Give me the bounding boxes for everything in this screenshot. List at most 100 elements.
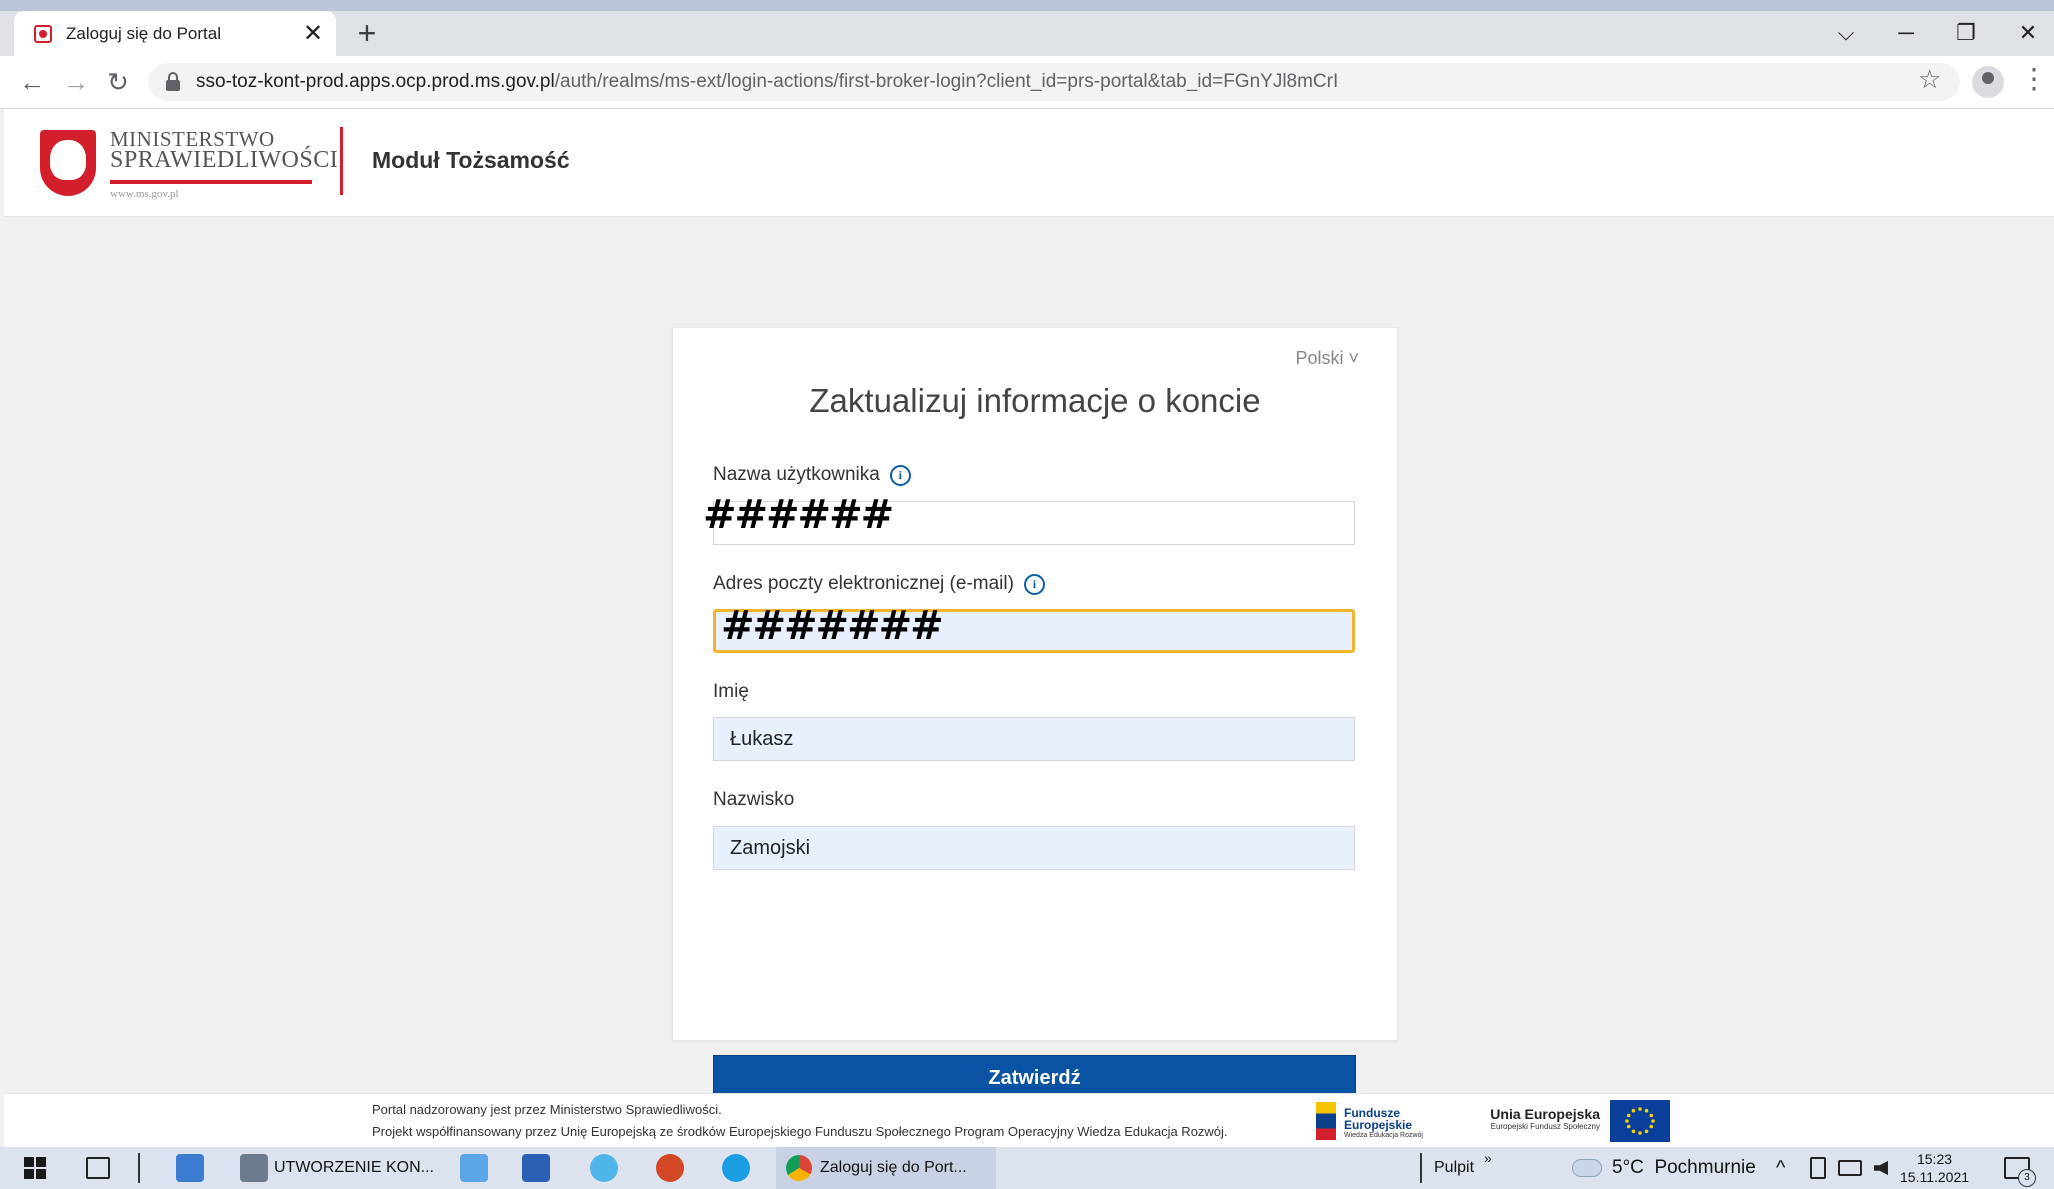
footer-supervision-text: Portal nadzorowany jest przez Ministerst… xyxy=(372,1102,722,1117)
tray-icons xyxy=(1810,1147,1888,1189)
url-host: sso-toz-kont-prod.apps.ocp.prod.ms.gov.p… xyxy=(196,71,555,92)
footer-funding-text: Projekt współfinansowany przez Unię Euro… xyxy=(372,1124,1228,1139)
lastname-field[interactable]: Zamojski xyxy=(713,826,1355,870)
window-top-band xyxy=(0,0,2054,11)
cloud-icon xyxy=(1572,1159,1602,1177)
fe-name-line2: Europejskie xyxy=(1344,1118,1413,1132)
forward-button[interactable]: → xyxy=(58,64,94,100)
eu-name: Unia Europejska xyxy=(1490,1106,1600,1122)
taskbar-app-chrome-label: Zaloguj się do Port... xyxy=(820,1159,967,1176)
chrome-app-icon xyxy=(786,1155,812,1181)
tab-search-icon[interactable]: ⌵ xyxy=(1826,15,1866,51)
page-footer: Portal nadzorowany jest przez Ministerst… xyxy=(4,1093,2054,1148)
task-view-button[interactable] xyxy=(86,1147,110,1189)
taskbar-separator xyxy=(138,1153,140,1183)
minimize-button[interactable]: ─ xyxy=(1886,15,1926,51)
email-redaction-mask: ####### xyxy=(721,603,944,649)
username-label: Nazwa użytkownika i xyxy=(713,464,911,486)
taskbar-app-edge[interactable] xyxy=(722,1147,750,1189)
firstname-field[interactable]: Łukasz xyxy=(713,717,1355,761)
username-info-icon[interactable]: i xyxy=(889,464,911,486)
header-divider xyxy=(340,127,343,195)
clock[interactable]: 15:23 15.11.2021 xyxy=(1900,1147,1969,1189)
notifications-button[interactable]: 3 xyxy=(2004,1147,2036,1189)
toolbar-overflow-icon[interactable]: » xyxy=(1484,1137,1492,1179)
lastname-label: Nazwisko xyxy=(713,789,794,811)
device-icon[interactable] xyxy=(1810,1157,1826,1179)
url-text: sso-toz-kont-prod.apps.ocp.prod.ms.gov.p… xyxy=(196,71,1338,93)
tab-close-icon[interactable]: ✕ xyxy=(298,19,328,48)
taskbar-app-word[interactable] xyxy=(522,1147,550,1189)
internet-explorer-icon xyxy=(590,1154,618,1182)
speaker-muted-icon[interactable] xyxy=(1874,1161,1888,1175)
bookmark-star-icon[interactable]: ☆ xyxy=(1918,64,1941,95)
eu-logo-text: Unia Europejska Europejski Fundusz Społe… xyxy=(1472,1106,1600,1131)
notification-count-badge: 3 xyxy=(2018,1169,2036,1187)
eu-fund-name: Europejski Fundusz Społeczny xyxy=(1490,1122,1600,1131)
lock-icon[interactable] xyxy=(166,71,180,91)
back-button[interactable]: ← xyxy=(14,64,50,100)
address-bar: ← → ↻ sso-toz-kont-prod.apps.ocp.prod.ms… xyxy=(0,56,2054,109)
url-path: /auth/realms/ms-ext/login-actions/first-… xyxy=(554,71,1339,92)
lastname-label-text: Nazwisko xyxy=(713,789,795,810)
close-window-button[interactable]: ✕ xyxy=(2008,15,2048,51)
ministry-url: www.ms.gov.pl xyxy=(110,188,179,200)
taskbar-app-powerpoint[interactable] xyxy=(656,1147,684,1189)
taskbar-app-document[interactable]: UTWORZENIE KON... xyxy=(240,1147,434,1189)
eu-flag-icon xyxy=(1610,1100,1670,1142)
word-app-icon xyxy=(522,1154,550,1182)
european-funds-mark-icon xyxy=(1316,1102,1336,1140)
tab-title: Zaloguj się do Portal xyxy=(66,23,221,43)
european-funds-logo: Fundusze Europejskie Wiedza Edukacja Roz… xyxy=(1316,1102,1426,1142)
weather-widget[interactable]: 5°C Pochmurnie xyxy=(1572,1147,1756,1189)
url-field[interactable]: sso-toz-kont-prod.apps.ocp.prod.ms.gov.p… xyxy=(148,63,1960,101)
logo-red-bar xyxy=(110,180,312,184)
taskbar-app-contacts[interactable] xyxy=(176,1147,204,1189)
reload-button[interactable]: ↻ xyxy=(100,64,136,100)
edge-app-icon xyxy=(722,1154,750,1182)
email-info-icon[interactable]: i xyxy=(1023,573,1045,595)
tray-expand-icon[interactable]: ^ xyxy=(1776,1147,1785,1189)
tab-strip: Zaloguj się do Portal ✕ + ⌵ ─ ❐ ✕ xyxy=(0,11,2054,56)
clock-date: 15.11.2021 xyxy=(1900,1169,1970,1185)
taskbar-app-ie[interactable] xyxy=(590,1147,618,1189)
ministry-logo-text: MINISTERSTWO SPRAWIEDLIWOŚCI xyxy=(110,129,339,173)
start-button[interactable] xyxy=(24,1147,46,1189)
desktop-toolbar-label: Pulpit xyxy=(1434,1159,1475,1176)
weather-text: 5°C Pochmurnie xyxy=(1612,1157,1756,1178)
site-header: MINISTERSTWO SPRAWIEDLIWOŚCI www.ms.gov.… xyxy=(4,109,2054,217)
site-favicon-icon xyxy=(34,24,52,43)
restore-button[interactable]: ❐ xyxy=(1946,15,1986,51)
explorer-app-icon xyxy=(460,1154,488,1182)
profile-avatar-icon[interactable] xyxy=(1972,66,2004,98)
polish-eagle-emblem-icon xyxy=(40,130,96,196)
browser-menu-icon[interactable]: ⋮ xyxy=(2020,62,2048,95)
browser-tab[interactable]: Zaloguj się do Portal ✕ xyxy=(14,11,336,56)
ministry-name-line2: SPRAWIEDLIWOŚCI xyxy=(110,147,339,173)
desktop-toolbar[interactable]: Pulpit xyxy=(1434,1147,1474,1189)
taskbar-app-explorer[interactable] xyxy=(460,1147,488,1189)
contacts-app-icon xyxy=(176,1154,204,1182)
windows-logo-icon xyxy=(24,1157,46,1179)
firstname-label-text: Imię xyxy=(713,681,749,702)
page-content: MINISTERSTWO SPRAWIEDLIWOŚCI www.ms.gov.… xyxy=(4,109,2054,1148)
task-view-icon xyxy=(86,1157,110,1179)
powerpoint-app-icon xyxy=(656,1154,684,1182)
username-label-text: Nazwa użytkownika xyxy=(713,464,880,485)
username-redaction-mask: ###### xyxy=(703,492,894,538)
document-app-icon xyxy=(240,1154,268,1182)
taskbar-app-chrome[interactable]: Zaloguj się do Port... xyxy=(776,1147,996,1189)
european-funds-subtitle: Wiedza Edukacja Rozwój xyxy=(1344,1132,1423,1139)
new-tab-button[interactable]: + xyxy=(352,15,382,51)
firstname-label: Imię xyxy=(713,681,749,703)
form-title: Zaktualizuj informacje o koncie xyxy=(809,382,1261,419)
language-selector[interactable]: Polski ˅ xyxy=(1295,348,1359,369)
module-title: Moduł Tożsamość xyxy=(372,147,570,173)
email-label: Adres poczty elektronicznej (e-mail) i xyxy=(713,573,1045,595)
email-label-text: Adres poczty elektronicznej (e-mail) xyxy=(713,573,1014,594)
taskbar-app-document-label: UTWORZENIE KON... xyxy=(274,1159,434,1176)
notification-center-icon: 3 xyxy=(2004,1157,2036,1187)
update-account-card: Polski ˅ Zaktualizuj informacje o koncie… xyxy=(672,327,1398,1100)
windows-taskbar: UTWORZENIE KON... Zaloguj się do Port...… xyxy=(0,1147,2054,1189)
battery-icon[interactable] xyxy=(1838,1160,1862,1176)
